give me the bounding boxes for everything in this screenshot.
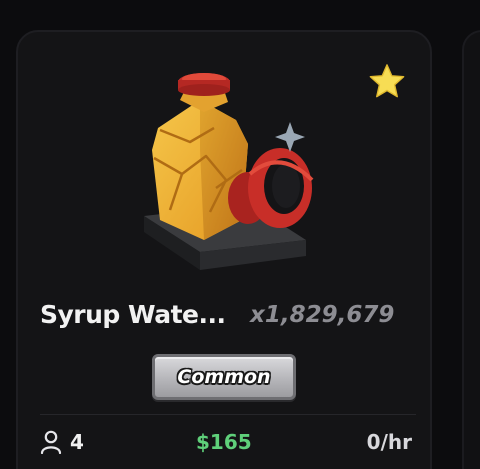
price-value: $165 xyxy=(196,430,252,454)
owners-stat: 4 xyxy=(40,430,84,454)
rarity-badge: Common xyxy=(152,354,296,400)
item-count: x1,829,679 xyxy=(250,302,395,328)
rarity-label: Common xyxy=(177,366,271,388)
owners-count: 4 xyxy=(70,430,84,454)
income-rate: 0/hr xyxy=(366,430,412,454)
person-icon xyxy=(40,430,62,454)
inventory-grid: Syrup Wate... x1,829,679 Common 4 $165 0… xyxy=(0,0,480,469)
divider xyxy=(40,414,416,415)
item-name: Syrup Wate... xyxy=(40,300,226,329)
item-stats: 4 $165 0/hr xyxy=(40,430,416,460)
syrup-jug-icon xyxy=(144,73,314,270)
next-item-card[interactable] xyxy=(462,30,480,469)
favorite-star-icon[interactable] xyxy=(368,62,406,100)
